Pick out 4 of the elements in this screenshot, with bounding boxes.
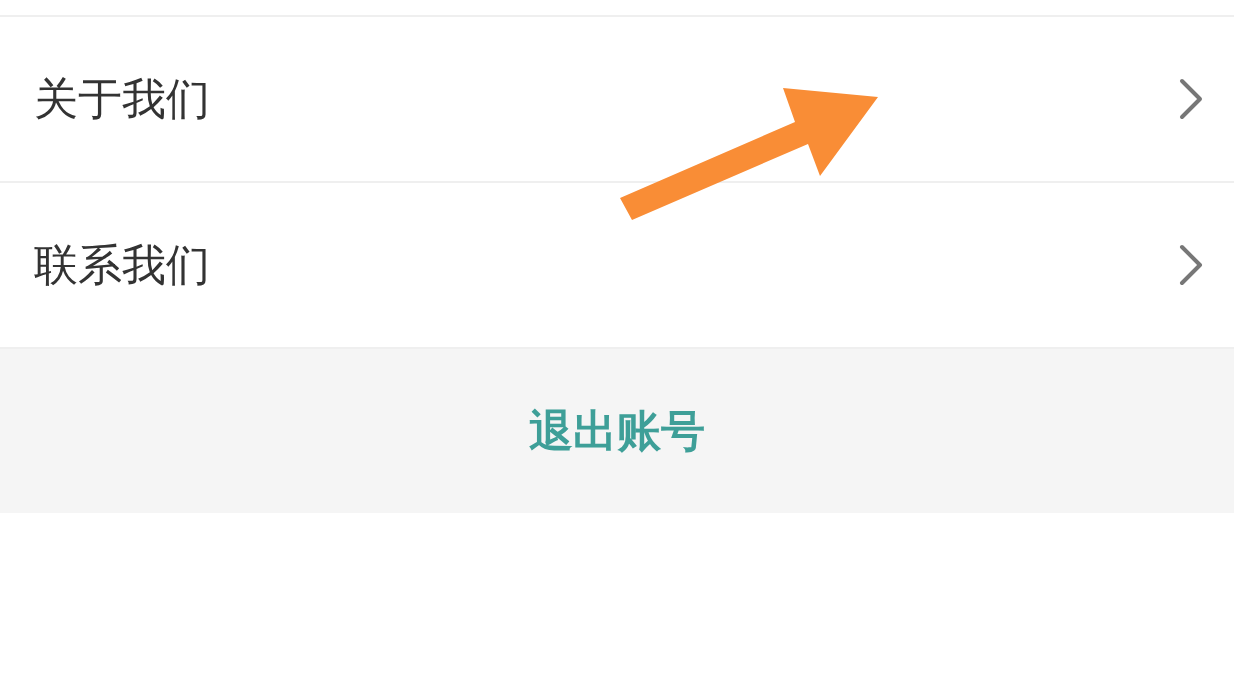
- chevron-right-icon: [1178, 243, 1204, 287]
- chevron-right-icon: [1178, 77, 1204, 121]
- menu-label: 关于我们: [34, 71, 210, 126]
- menu-label: 联系我们: [34, 237, 210, 292]
